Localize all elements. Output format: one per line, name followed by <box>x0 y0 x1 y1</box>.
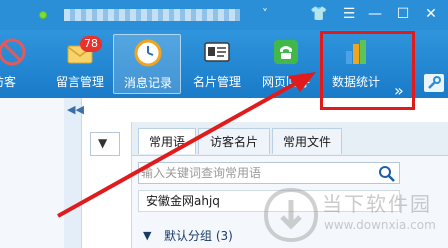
group-caret-icon[interactable]: ▼ <box>143 229 151 243</box>
toolbar-cards-label: 名片管理 <box>192 75 241 89</box>
minimize-button[interactable]: — <box>364 3 386 25</box>
phone-icon <box>274 40 298 64</box>
toolbar-cards-button[interactable]: 名片管理 <box>183 34 251 94</box>
skin-icon[interactable]: 👕 <box>308 3 330 25</box>
watermark-name: 当下软件园 <box>322 192 432 216</box>
watermark-domain: www.downxia.com <box>324 218 436 232</box>
search-icon[interactable] <box>378 165 396 183</box>
chevron-down-icon: ▼ <box>98 136 108 150</box>
unread-badge: 78 <box>80 36 102 52</box>
wrench-icon[interactable] <box>424 74 444 92</box>
phrase-entry-text: 安徽金网ahjq <box>146 194 220 208</box>
toolbar-history-label: 消息记录 <box>123 76 172 90</box>
maximize-button[interactable]: ☐ <box>392 3 414 25</box>
toolbar-callback-label: 网页回呼 <box>261 75 310 89</box>
toolbar-history-button[interactable]: 消息记录 <box>113 34 181 94</box>
visitors-icon <box>0 38 26 66</box>
blurred-title-mask <box>64 9 240 21</box>
collapse-arrow-icon[interactable]: ◀◀ <box>67 104 84 116</box>
online-status-icon <box>39 11 47 19</box>
search-input[interactable] <box>141 163 375 183</box>
close-button[interactable]: ✕ <box>420 3 442 25</box>
id-card-icon <box>204 42 230 62</box>
toolbar-messages-label: 留言管理 <box>55 75 104 89</box>
watermark-logo-icon <box>263 187 319 243</box>
status-chevron-icon[interactable]: ˅ <box>262 7 268 21</box>
menu-icon[interactable]: ☰ <box>338 3 360 25</box>
toolbar-callback-button[interactable]: 网页回呼 <box>252 34 320 94</box>
toolbar-visitors-button[interactable]: 访客 <box>0 34 46 94</box>
left-pane <box>0 98 70 248</box>
group-label[interactable]: 默认分组 (3) <box>164 228 233 244</box>
tab-common-files[interactable]: 常用文件 <box>272 128 342 154</box>
tab-phrases[interactable]: 常用语 <box>138 128 196 154</box>
pane-splitter[interactable] <box>64 98 82 248</box>
toolbar-messages-button[interactable]: 78 留言管理 <box>46 34 114 94</box>
title-bar: ˅ 👕 ☰ — ☐ ✕ <box>0 0 448 30</box>
highlight-box <box>320 31 415 110</box>
tab-visitor-cards[interactable]: 访客名片 <box>198 128 270 154</box>
clock-icon <box>134 39 162 67</box>
